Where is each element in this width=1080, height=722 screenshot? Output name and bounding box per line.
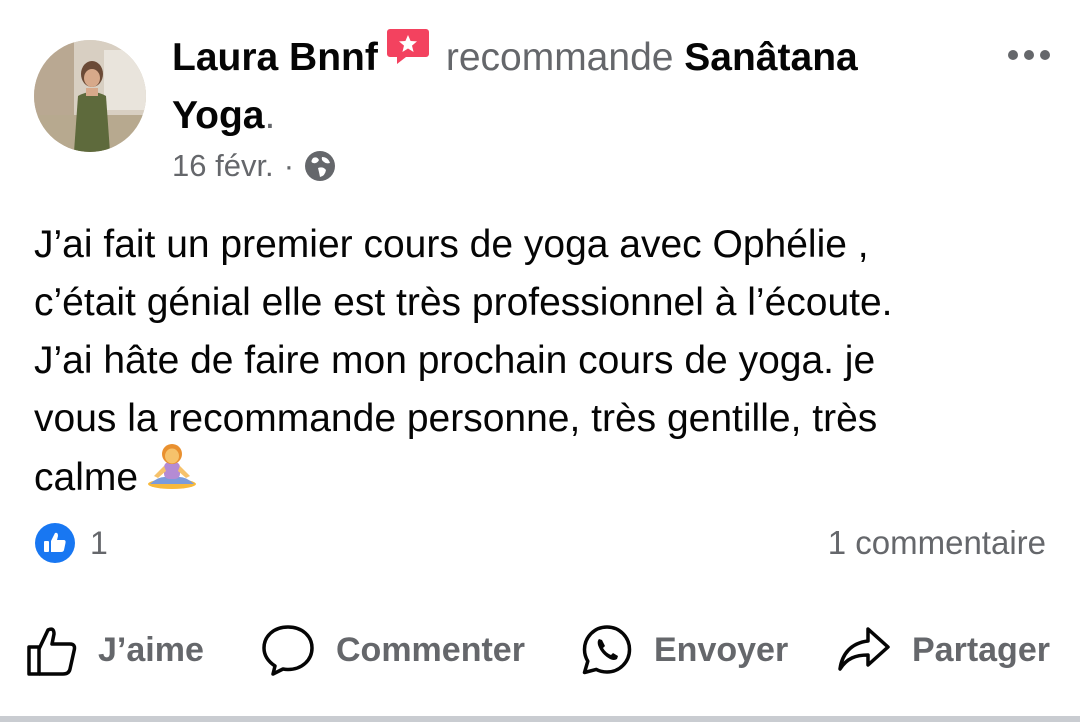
like-reaction-icon — [35, 523, 75, 563]
more-dot — [1024, 50, 1034, 60]
comment-button[interactable]: Commenter — [260, 618, 525, 682]
avatar-image — [34, 40, 146, 152]
recommend-badge-icon — [386, 26, 430, 82]
woman-in-lotus-position-emoji — [146, 444, 198, 507]
share-button[interactable]: Partager — [836, 618, 1050, 682]
post-meta: 16 févr. · — [172, 146, 336, 186]
more-options-icon[interactable] — [1008, 50, 1050, 60]
post-date[interactable]: 16 févr. — [172, 148, 274, 184]
comment-label: Commenter — [336, 630, 525, 669]
post-action-bar: J’aime Commenter Envoyer Partager — [0, 618, 1080, 682]
comment-bubble-icon — [262, 625, 314, 676]
send-label: Envoyer — [654, 630, 789, 669]
thumbs-up-icon — [27, 627, 77, 676]
globe-icon — [304, 150, 336, 182]
reactions-count: 1 — [90, 524, 108, 561]
reactions-summary[interactable]: 1 — [34, 522, 108, 564]
meta-separator: · — [283, 148, 295, 183]
action-verb: recommande — [445, 36, 674, 79]
more-dot — [1008, 50, 1018, 60]
like-label: J’aime — [98, 630, 204, 669]
more-dot — [1040, 50, 1050, 60]
send-button[interactable]: Envoyer — [580, 618, 788, 682]
header-period: . — [264, 93, 276, 137]
share-arrow-icon — [838, 627, 890, 671]
post-body: J’ai fait un premier cours de yoga avec … — [34, 216, 1054, 511]
author-avatar[interactable] — [34, 40, 146, 152]
whatsapp-icon — [582, 625, 632, 675]
like-button[interactable]: J’aime — [26, 618, 204, 682]
post-header: Laura Bnnf recommande Sanâtana Yoga. — [172, 28, 962, 144]
author-name[interactable]: Laura Bnnf — [172, 36, 378, 79]
comments-count[interactable]: 1 commentaire — [828, 522, 1046, 564]
share-label: Partager — [912, 630, 1050, 669]
post-separator-bar — [0, 716, 1080, 722]
